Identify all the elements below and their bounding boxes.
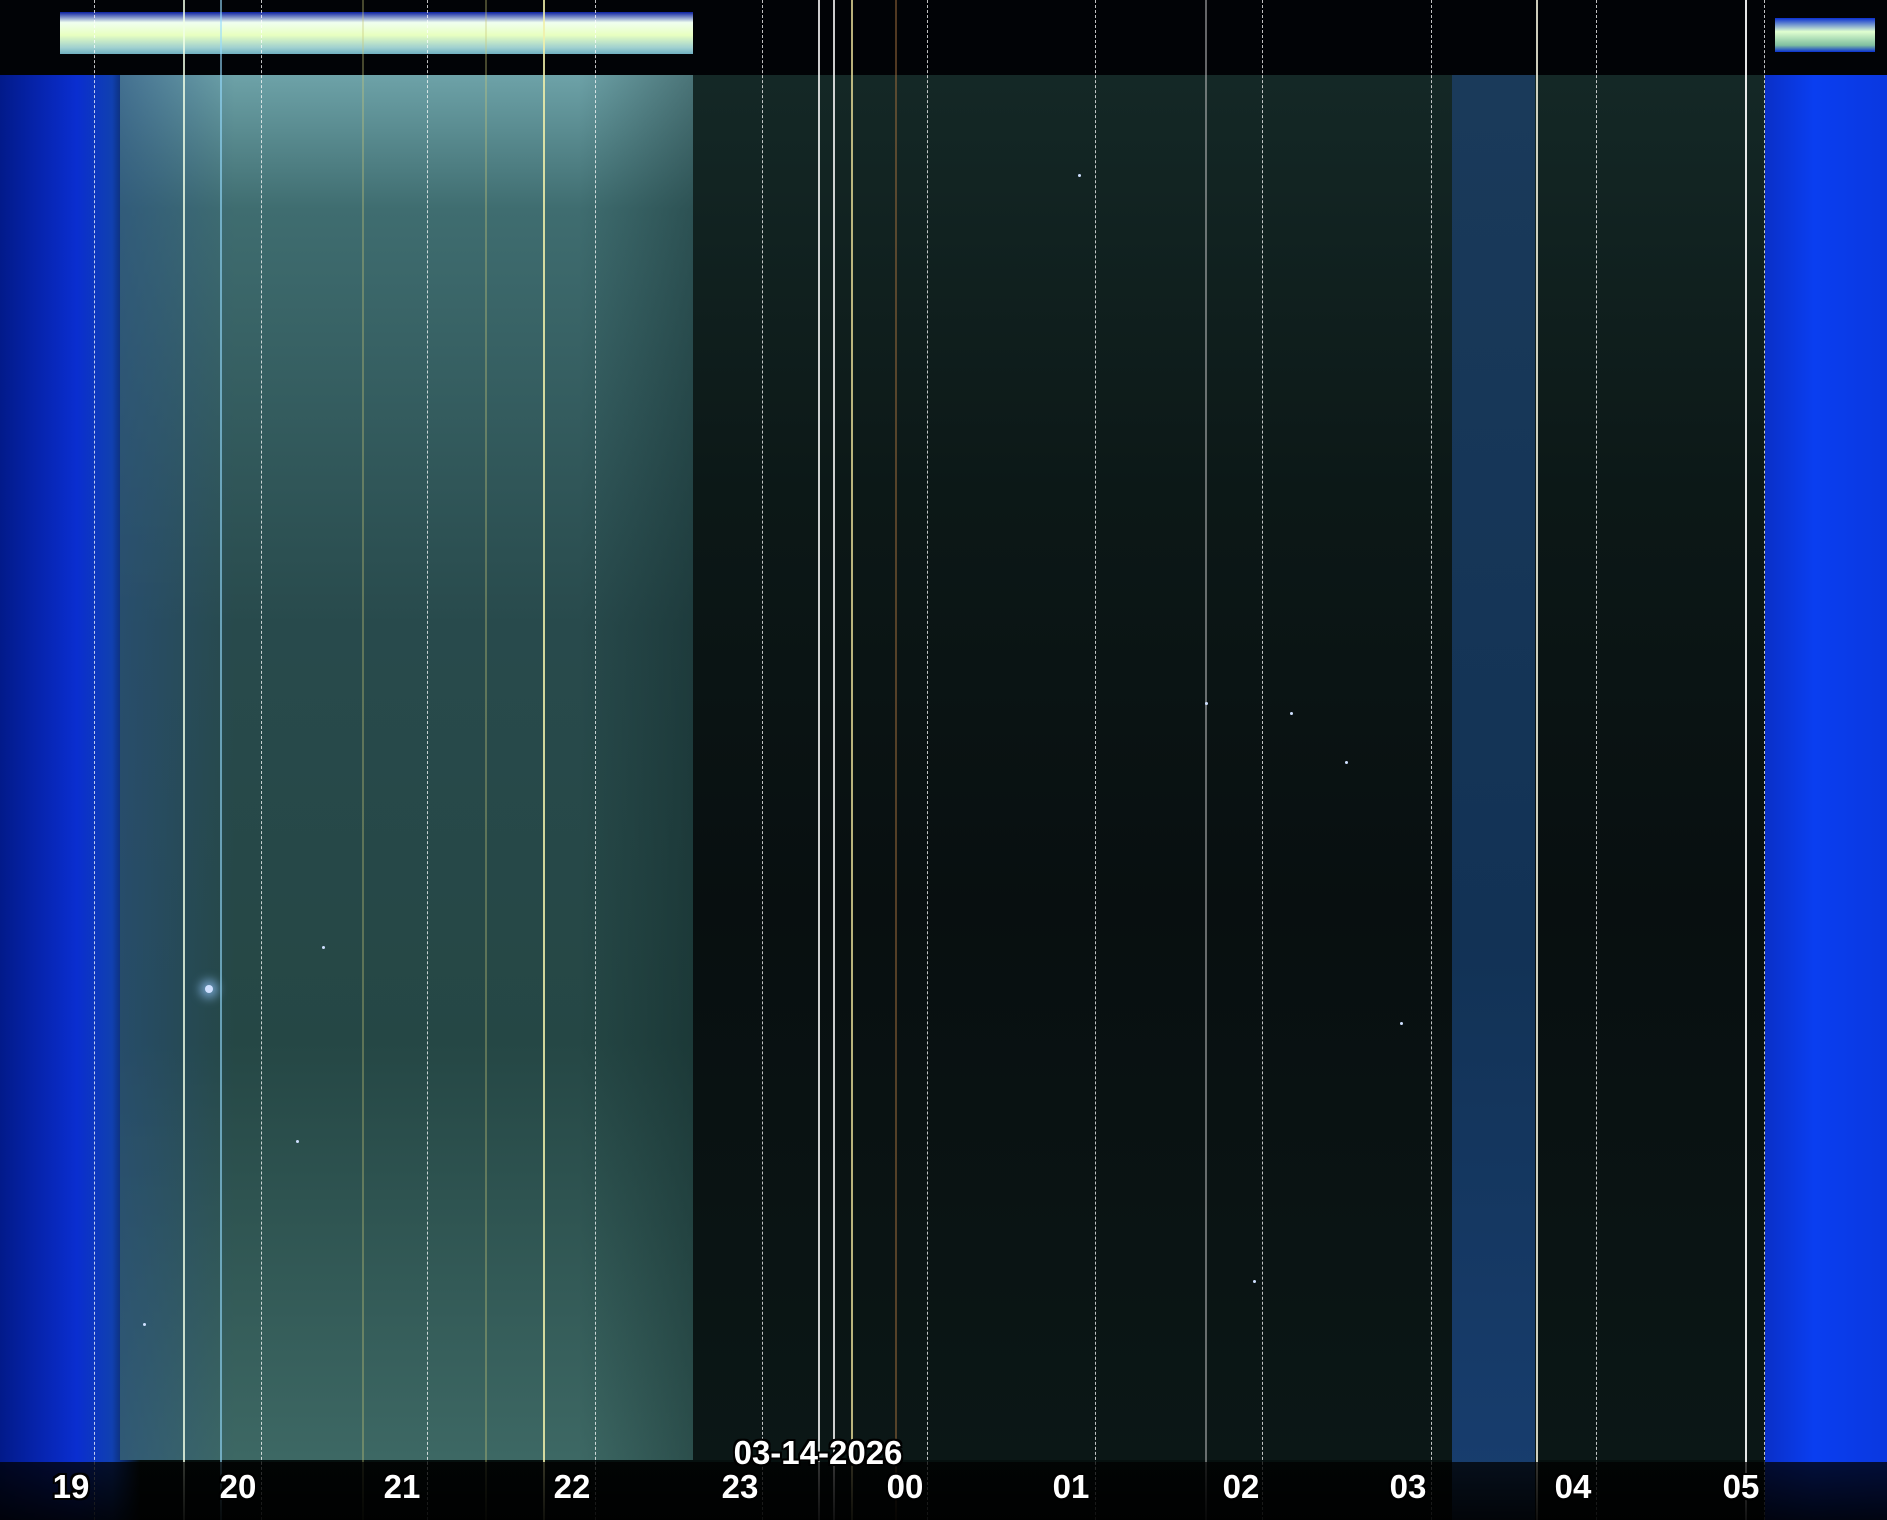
light-streak [183, 0, 185, 1520]
light-streak [485, 0, 487, 1520]
hour-label: 01 [1052, 1468, 1090, 1505]
hour-gridline [1764, 0, 1765, 1520]
hour-gridline [427, 0, 428, 1520]
hour-label: 04 [1554, 1468, 1592, 1505]
light-streak [362, 0, 364, 1520]
hour-label: 00 [886, 1468, 924, 1505]
star [1205, 702, 1208, 705]
hour-gridline [1431, 0, 1432, 1520]
bright-star [205, 985, 213, 993]
twilight-region-evening [0, 0, 140, 1520]
hour-gridline [94, 0, 95, 1520]
star [1078, 174, 1081, 177]
label-band [0, 1462, 1887, 1520]
star [1400, 1022, 1403, 1025]
star [322, 946, 325, 949]
light-streak [220, 0, 222, 1520]
star [1345, 761, 1348, 764]
keogram-image: 03-14-2026 19 20 21 22 23 00 01 02 03 04… [0, 0, 1887, 1520]
hour-gridline [1262, 0, 1263, 1520]
star [1253, 1280, 1256, 1283]
light-streak [543, 0, 545, 1520]
hour-label: 20 [219, 1468, 257, 1505]
light-streak [833, 0, 835, 1520]
hour-gridline [762, 0, 763, 1520]
hour-label: 19 [52, 1468, 90, 1505]
hour-gridline [927, 0, 928, 1520]
hour-label: 23 [721, 1468, 759, 1505]
light-streak [1745, 0, 1747, 1520]
star [143, 1323, 146, 1326]
hour-gridline [261, 0, 262, 1520]
star [296, 1140, 299, 1143]
twilight-region-morning [1765, 0, 1887, 1520]
dark-sky-region [693, 75, 1765, 1460]
light-streak [1536, 0, 1538, 1520]
dawn-horizon-glow [1775, 18, 1875, 52]
date-label: 03-14-2026 [733, 1434, 903, 1471]
sky-shading [120, 70, 693, 1460]
hour-label: 03 [1389, 1468, 1427, 1505]
hour-label: 22 [553, 1468, 591, 1505]
hour-label: 02 [1222, 1468, 1260, 1505]
light-streak [1205, 0, 1207, 1520]
hour-gridline [595, 0, 596, 1520]
blue-sky-band [1452, 75, 1535, 1520]
star [1290, 712, 1293, 715]
hour-gridline [1596, 0, 1597, 1520]
bright-horizon-glow [60, 12, 693, 54]
light-streak [818, 0, 820, 1520]
hour-label: 05 [1722, 1468, 1760, 1505]
light-streak [895, 0, 897, 1520]
light-streak [851, 0, 853, 1520]
hour-label: 21 [383, 1468, 421, 1505]
hour-gridline [1095, 0, 1096, 1520]
